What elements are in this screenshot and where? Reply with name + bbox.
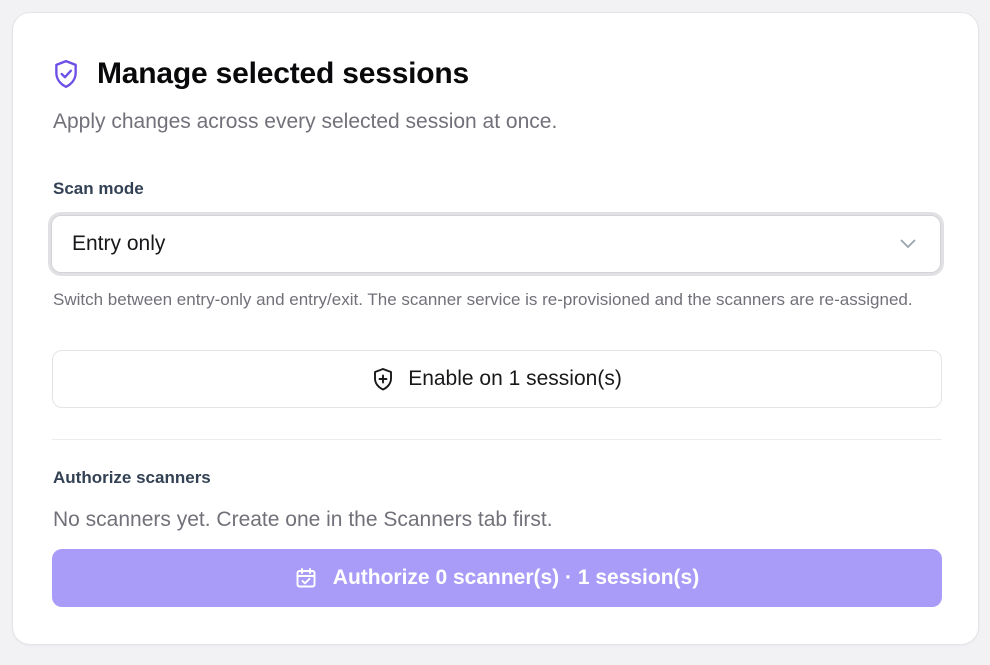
chevron-down-icon bbox=[900, 235, 918, 253]
scan-mode-select[interactable]: Entry only bbox=[51, 215, 941, 273]
scan-mode-help: Switch between entry-only and entry/exit… bbox=[53, 290, 913, 309]
scan-mode-selected-value: Entry only bbox=[72, 232, 166, 255]
scan-mode-label: Scan mode bbox=[53, 179, 144, 198]
shield-check-icon bbox=[53, 58, 81, 90]
panel-subtitle: Apply changes across every selected sess… bbox=[53, 110, 558, 133]
section-divider bbox=[52, 439, 942, 440]
shield-plus-icon bbox=[372, 367, 396, 391]
no-scanners-message: No scanners yet. Create one in the Scann… bbox=[53, 508, 553, 531]
calendar-check-icon bbox=[295, 566, 319, 590]
panel-header: Manage selected sessions bbox=[53, 57, 469, 91]
manage-sessions-panel: Manage selected sessions Apply changes a… bbox=[12, 12, 979, 645]
authorize-scanners-button[interactable]: Authorize 0 scanner(s) · 1 session(s) bbox=[52, 549, 942, 607]
authorize-scanners-label: Authorize scanners bbox=[53, 468, 211, 487]
enable-sessions-button[interactable]: Enable on 1 session(s) bbox=[52, 350, 942, 408]
enable-sessions-button-label: Enable on 1 session(s) bbox=[408, 367, 622, 390]
authorize-scanners-button-label: Authorize 0 scanner(s) · 1 session(s) bbox=[332, 566, 700, 589]
panel-title: Manage selected sessions bbox=[97, 57, 470, 90]
